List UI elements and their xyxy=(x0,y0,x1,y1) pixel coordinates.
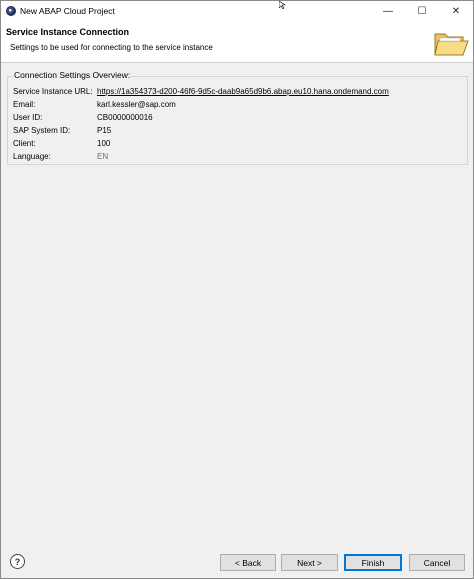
maximize-button[interactable]: ☐ xyxy=(405,1,439,21)
finish-button[interactable]: Finish xyxy=(344,554,402,571)
mouse-cursor-icon xyxy=(279,1,286,9)
system-id-value: P15 xyxy=(97,126,112,135)
user-id-value: CB0000000016 xyxy=(97,113,153,122)
back-button[interactable]: < Back xyxy=(220,554,276,571)
email-label: Email: xyxy=(13,100,36,109)
window-title: New ABAP Cloud Project xyxy=(20,6,115,16)
service-url-link[interactable]: https://1a354373-d200-46f6-9d5c-daab9a65… xyxy=(97,87,389,96)
folder-icon xyxy=(434,33,469,56)
user-id-label: User ID: xyxy=(13,113,43,122)
row-language: Language: EN xyxy=(13,151,108,162)
row-system-id: SAP System ID: P15 xyxy=(13,125,111,136)
row-service-url: Service Instance URL: https://1a354373-d… xyxy=(13,86,389,97)
eclipse-app-icon xyxy=(6,6,16,16)
next-button[interactable]: Next > xyxy=(281,554,338,571)
dialog-window: New ABAP Cloud Project — ☐ ✕ Service Ins… xyxy=(0,0,474,579)
client-label: Client: xyxy=(13,139,36,148)
service-url-label: Service Instance URL: xyxy=(13,87,93,96)
group-label: Connection Settings Overview: xyxy=(13,70,132,80)
cancel-button[interactable]: Cancel xyxy=(409,554,465,571)
client-value: 100 xyxy=(97,139,111,148)
wizard-header: Service Instance Connection Settings to … xyxy=(1,21,473,63)
window-controls: — ☐ ✕ xyxy=(371,1,473,21)
language-value: EN xyxy=(97,152,109,161)
system-id-label: SAP System ID: xyxy=(13,126,71,135)
email-value: karl.kessler@sap.com xyxy=(97,100,176,109)
minimize-button[interactable]: — xyxy=(371,1,405,21)
language-label: Language: xyxy=(13,152,51,161)
row-client: Client: 100 xyxy=(13,138,110,149)
row-email: Email: karl.kessler@sap.com xyxy=(13,99,176,110)
close-button[interactable]: ✕ xyxy=(439,1,473,21)
row-user-id: User ID: CB0000000016 xyxy=(13,112,153,123)
title-bar: New ABAP Cloud Project — ☐ ✕ xyxy=(1,1,473,21)
wizard-page-title: Service Instance Connection xyxy=(6,27,130,37)
wizard-page-description: Settings to be used for connecting to th… xyxy=(10,43,213,52)
help-icon[interactable]: ? xyxy=(10,554,25,569)
